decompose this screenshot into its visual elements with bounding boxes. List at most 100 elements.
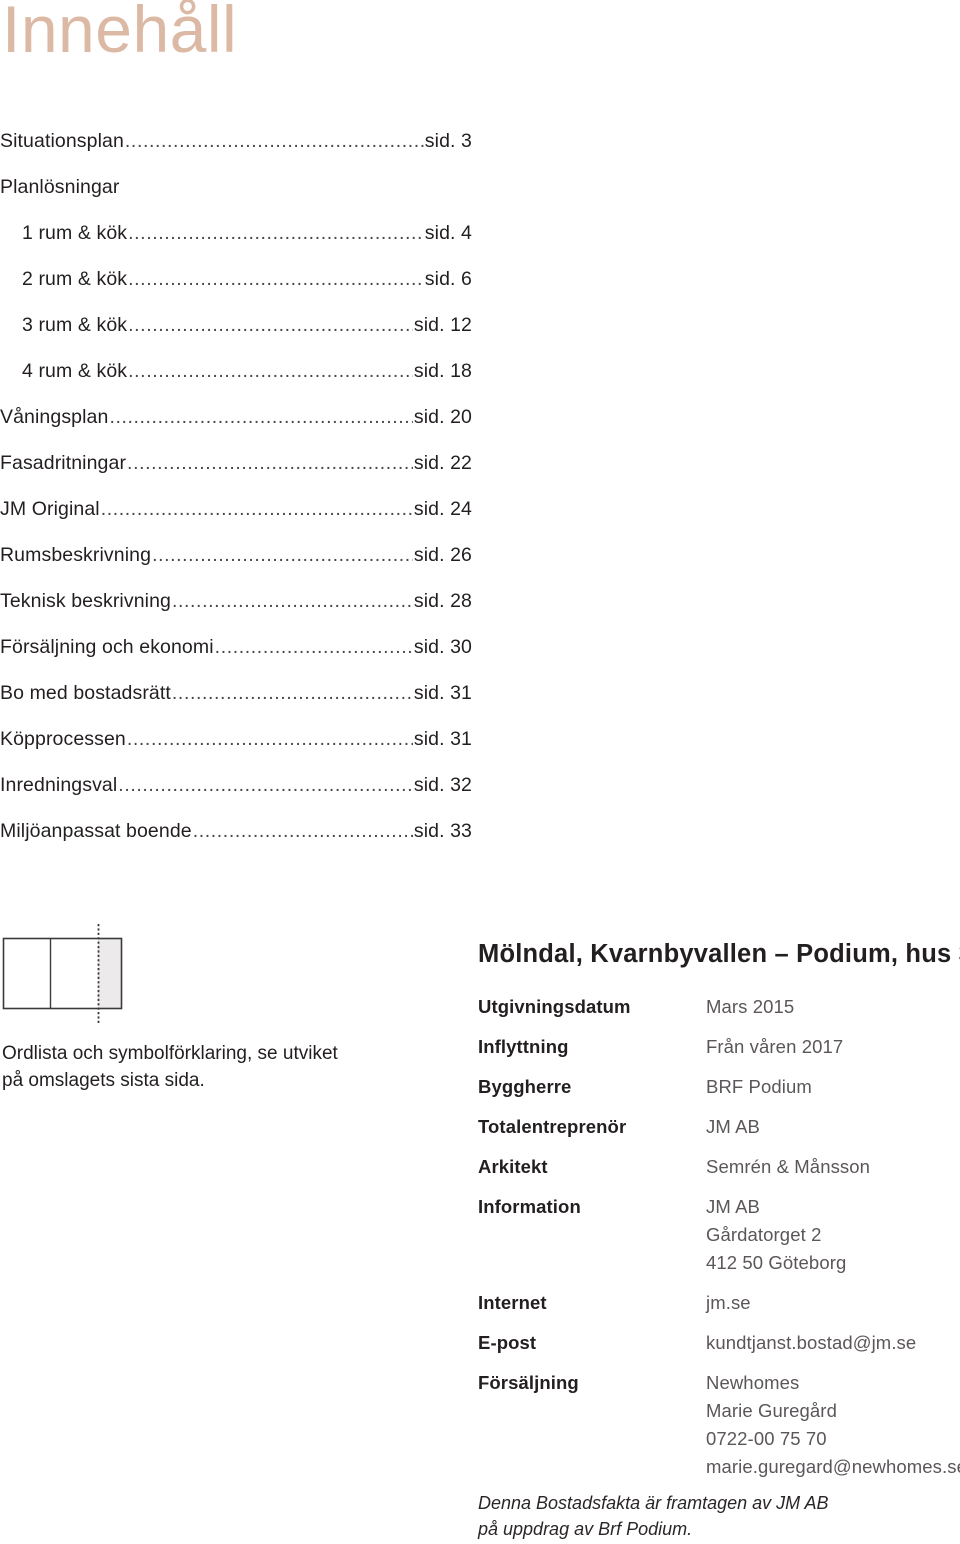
info-row-value-line: Mars 2015 — [706, 996, 795, 1017]
toc-entry-label: Situationsplan — [0, 130, 124, 152]
info-row-value: jm.se — [706, 1289, 960, 1317]
info-row: Internet jm.se — [478, 1289, 960, 1317]
toc-leader-dots: ........................................… — [192, 822, 413, 842]
info-row-value: kundtjanst.bostad@jm.se — [706, 1329, 960, 1357]
toc-entry[interactable]: Försäljning och ekonomi.................… — [0, 636, 472, 682]
toc-entry[interactable]: 2 rum & kök.............................… — [0, 268, 472, 314]
toc-leader-dots: ........................................… — [109, 408, 412, 428]
toc-entry-page: sid. 6 — [424, 268, 472, 290]
toc-leader-dots: ........................................… — [171, 592, 413, 612]
toc-leader-dots: ........................................… — [100, 500, 413, 520]
toc-leader-dots: ........................................… — [214, 638, 413, 658]
info-row: Totalentreprenör JM AB — [478, 1113, 960, 1141]
info-row-label: Information — [478, 1196, 581, 1217]
toc-entry-label: Teknisk beskrivning — [0, 590, 171, 612]
toc-entry-label: Försäljning och ekonomi — [0, 636, 214, 658]
toc-entry[interactable]: Rumsbeskrivning.........................… — [0, 544, 472, 590]
toc-leader-dots: ........................................… — [127, 454, 413, 474]
info-row-value-line: Semrén & Månsson — [706, 1156, 871, 1177]
info-row-value: JM AB — [706, 1113, 960, 1141]
toc-entry-label: 2 rum & kök — [22, 268, 128, 290]
glossary-note-line2: på omslagets sista sida. — [2, 1070, 205, 1091]
toc-entry-label: Våningsplan — [0, 406, 109, 428]
toc-entry-page: sid. 18 — [413, 360, 472, 382]
glossary-note-line1: Ordlista och symbolförklaring, se utvike… — [2, 1043, 338, 1064]
toc-entry[interactable]: Våningsplan.............................… — [0, 406, 472, 452]
toc-entry-page: sid. 31 — [413, 682, 472, 704]
info-row-label: Försäljning — [478, 1372, 579, 1393]
toc-entry-label: Bo med bostadsrätt — [0, 682, 171, 704]
toc-entry-label: Inredningsval — [0, 774, 118, 796]
info-row-value: Från våren 2017 — [706, 1033, 960, 1061]
info-row-label: Arkitekt — [478, 1156, 548, 1177]
toc-entry[interactable]: JM Original.............................… — [0, 498, 472, 544]
toc-entry-page: sid. 28 — [413, 590, 472, 612]
toc-entry-page: sid. 26 — [413, 544, 472, 566]
toc-entry[interactable]: Teknisk beskrivning.....................… — [0, 590, 472, 636]
info-row: Arkitekt Semrén & Månsson — [478, 1153, 960, 1181]
project-info-table: Utgivningsdatum Mars 2015 Inflyttning Från … — [478, 993, 960, 1493]
info-row: E-post kundtjanst.bostad@jm.se — [478, 1329, 960, 1357]
toc-entry-page: sid. 24 — [413, 498, 472, 520]
toc-entry[interactable]: Fasadritningar..........................… — [0, 452, 472, 498]
toc-entry[interactable]: Miljöanpassat boende....................… — [0, 820, 472, 866]
toc-entry[interactable]: Situationsplan..........................… — [0, 130, 472, 176]
foldout-flap-shading — [98, 938, 122, 1009]
info-row-value: Mars 2015 — [706, 993, 960, 1021]
toc-entry-label: 1 rum & kök — [22, 222, 128, 244]
info-row-value-line: BRF Podium — [706, 1076, 812, 1097]
glossary-note: Ordlista och symbolförklaring, se utvike… — [2, 1040, 402, 1094]
toc-leader-dots: ........................................… — [171, 684, 413, 704]
toc-leader-dots: ........................................… — [128, 224, 424, 244]
toc-entry-page: sid. 12 — [413, 314, 472, 336]
toc-entry-label: JM Original — [0, 498, 100, 520]
info-row: Inflyttning Från våren 2017 — [478, 1033, 960, 1061]
toc-entry-page: sid. 33 — [413, 820, 472, 842]
toc-entry[interactable]: 1 rum & kök.............................… — [0, 222, 472, 268]
info-row-value-line: jm.se — [706, 1292, 751, 1313]
toc-entry-label: Planlösningar — [0, 176, 120, 198]
toc-leader-dots: ........................................… — [118, 776, 413, 796]
info-row-value: JM AB Gårdatorget 2 412 50 Göteborg — [706, 1193, 960, 1277]
info-row-value: Newhomes Marie Guregård 0722-00 75 70 marie… — [706, 1369, 960, 1481]
project-title: Mölndal, Kvarnbyvallen – Podium, hus 3 — [478, 940, 960, 968]
toc-entry-page: sid. 32 — [413, 774, 472, 796]
footer-note-line2: på uppdrag av Brf Podium. — [478, 1519, 693, 1539]
info-row-value-line: Från våren 2017 — [706, 1036, 844, 1057]
info-row-label: Byggherre — [478, 1076, 572, 1097]
info-row-value-line: Newhomes — [706, 1372, 800, 1393]
toc-entry-label: Miljöanpassat boende — [0, 820, 192, 842]
toc-entry[interactable]: 3 rum & kök.............................… — [0, 314, 472, 360]
toc-entry-label: Fasadritningar — [0, 452, 127, 474]
info-row-label: Utgivningsdatum — [478, 996, 631, 1017]
toc-entry-label: Rumsbeskrivning — [0, 544, 152, 566]
info-row: Byggherre BRF Podium — [478, 1073, 960, 1101]
toc-leader-dots: ........................................… — [128, 270, 424, 290]
info-row: Utgivningsdatum Mars 2015 — [478, 993, 960, 1021]
info-row-label: Totalentreprenör — [478, 1116, 627, 1137]
info-row-label: Inflyttning — [478, 1036, 569, 1057]
info-row: Försäljning Newhomes Marie Guregård 0722-00… — [478, 1369, 960, 1481]
toc-leader-dots: ........................................… — [128, 362, 413, 382]
toc-entry-page: sid. 3 — [424, 130, 472, 152]
toc-entry-label: Köpprocessen — [0, 728, 126, 750]
toc-entry[interactable]: Inredningsval...........................… — [0, 774, 472, 820]
toc-entry-page: sid. 22 — [413, 452, 472, 474]
table-of-contents: Situationsplan..........................… — [0, 130, 472, 866]
footer-note: Denna Bostadsfakta är framtagen av JM AB… — [478, 1490, 948, 1542]
info-row-value-line: JM AB — [706, 1196, 760, 1217]
info-row-label: Internet — [478, 1292, 547, 1313]
toc-entry-label: 3 rum & kök — [22, 314, 128, 336]
info-row-value-line: Gårdatorget 2 — [706, 1224, 822, 1245]
footer-note-line1: Denna Bostadsfakta är framtagen av JM AB — [478, 1493, 829, 1513]
toc-leader-dots: ........................................… — [124, 132, 424, 152]
toc-leader-dots: ........................................… — [126, 730, 413, 750]
toc-entry-page: sid. 20 — [413, 406, 472, 428]
toc-entry[interactable]: 4 rum & kök.............................… — [0, 360, 472, 406]
info-row: Information JM AB Gårdatorget 2 412 50 Göte… — [478, 1193, 960, 1277]
toc-leader-dots: ........................................… — [128, 316, 413, 336]
info-row-label: E-post — [478, 1332, 537, 1353]
toc-entry[interactable]: Bo med bostadsrätt......................… — [0, 682, 472, 728]
toc-entry[interactable]: Köpprocessen............................… — [0, 728, 472, 774]
toc-entry[interactable]: Planlösningar — [0, 176, 472, 222]
